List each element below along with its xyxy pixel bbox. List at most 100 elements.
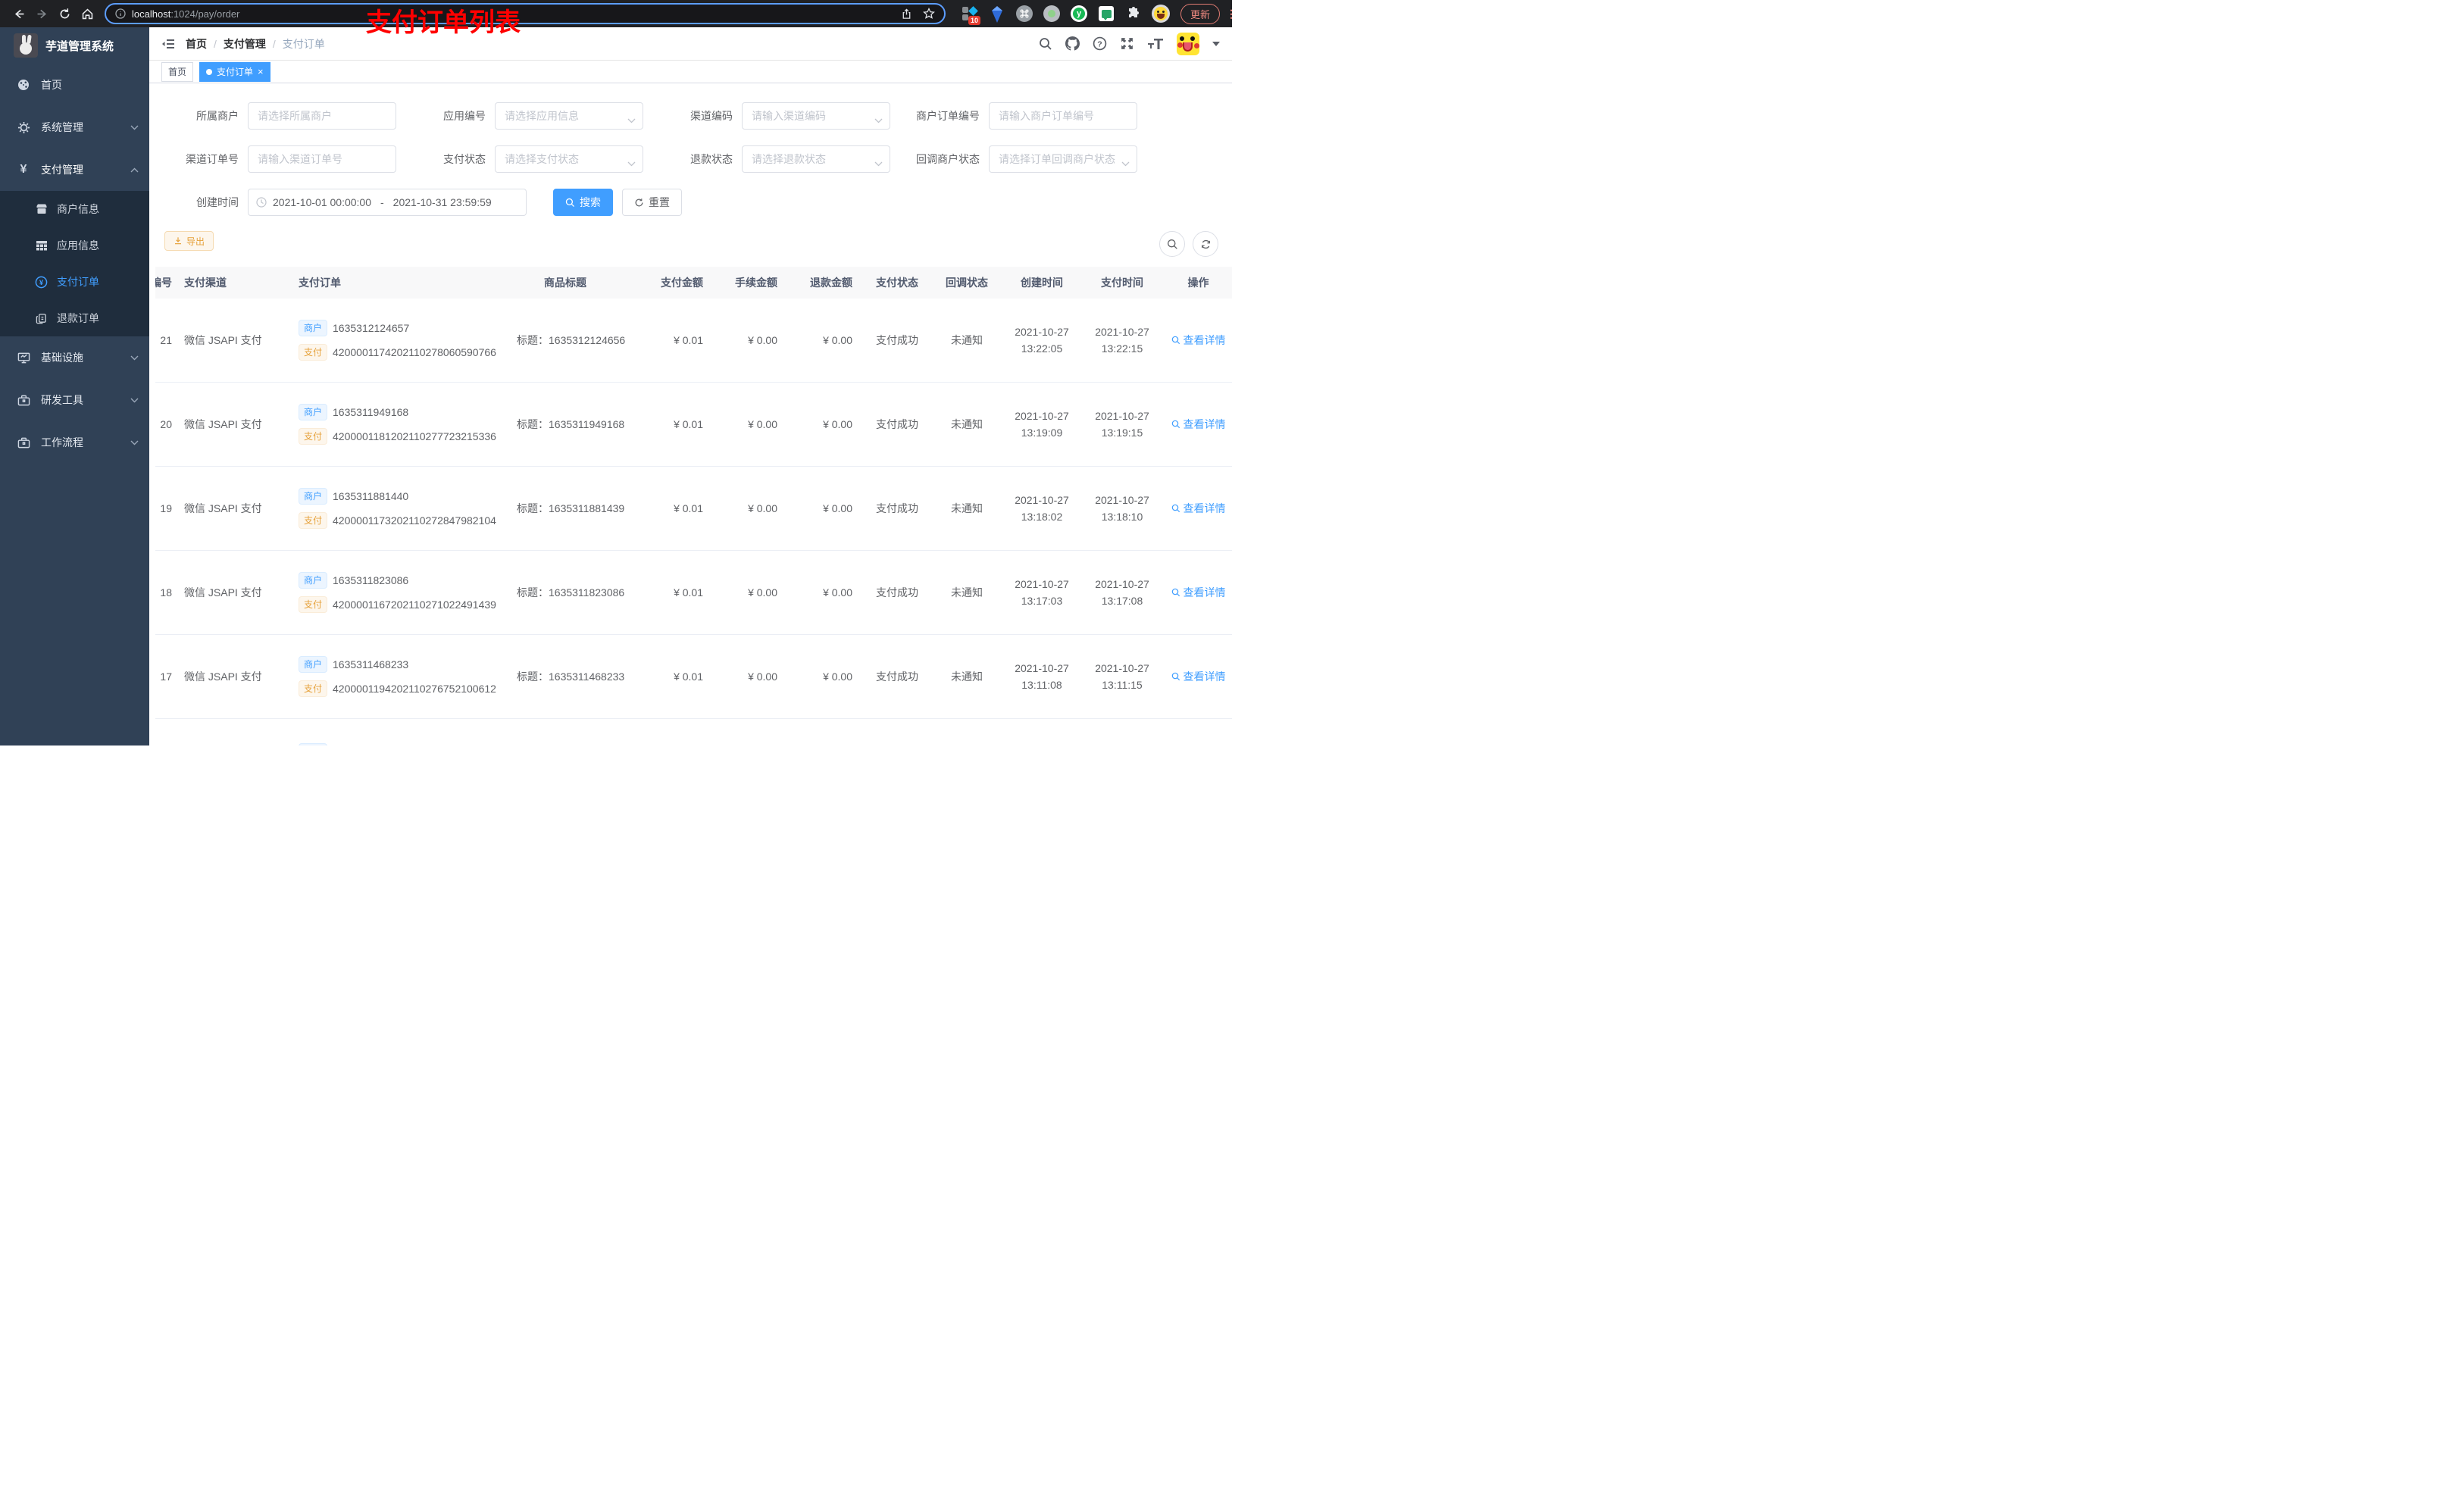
extensions-row: 10 y: [961, 5, 1170, 25]
browser-toolbar: localhost:1024/pay/order 10 y 更新 ⋮: [0, 0, 1232, 27]
sidebar-item-refund-order[interactable]: 退款订单: [0, 300, 149, 336]
document-copy-icon: [35, 313, 48, 324]
table-tools: [1159, 231, 1218, 257]
extensions-puzzle-icon[interactable]: [1124, 5, 1143, 23]
site-info-icon[interactable]: [115, 8, 126, 19]
merchant-input[interactable]: [248, 102, 396, 130]
search-icon[interactable]: [1039, 37, 1052, 51]
search-toggle-icon[interactable]: [1159, 231, 1185, 257]
date-range-picker[interactable]: 2021-10-01 00:00:00 - 2021-10-31 23:59:5…: [248, 189, 527, 216]
merchant-order-no-input[interactable]: [989, 102, 1137, 130]
table-row: 18 微信 JSAPI 支付 商户 1635311823086 支付 4200001…: [155, 551, 1232, 635]
font-size-icon[interactable]: [1147, 37, 1164, 51]
sidebar-item-merchant-info[interactable]: 商户信息: [0, 191, 149, 227]
merchant-tag: 商户: [299, 488, 328, 505]
bookmark-star-icon[interactable]: [923, 8, 935, 20]
github-icon[interactable]: [1065, 36, 1080, 51]
merchant-tag: 商户: [299, 572, 328, 589]
refresh-icon[interactable]: [1193, 231, 1218, 257]
view-detail-link[interactable]: 查看详情: [1171, 417, 1226, 432]
tag-pay-order[interactable]: 支付订单 ×: [199, 61, 270, 82]
sidebar-collapse-icon[interactable]: [161, 37, 175, 51]
extension-dot-icon[interactable]: [1043, 5, 1061, 23]
pay-status-select[interactable]: [495, 145, 643, 173]
extension-command-icon[interactable]: [1015, 5, 1033, 23]
share-icon[interactable]: [901, 8, 912, 20]
svg-text:¥: ¥: [39, 278, 44, 286]
table-row: 21 微信 JSAPI 支付 商户 1635312124657 支付 4200001…: [155, 299, 1232, 383]
table-header-row: 编号 支付渠道 支付订单 商品标题 支付金额 手续金额 退款金额 支付状态 回调…: [155, 267, 1232, 299]
view-detail-link[interactable]: 查看详情: [1171, 585, 1226, 600]
chevron-down-icon: [130, 398, 139, 403]
browser-update-button[interactable]: 更新: [1180, 3, 1221, 24]
breadcrumb-payment[interactable]: 支付管理: [224, 36, 266, 52]
sidebar-item-pay-order[interactable]: ¥ 支付订单: [0, 264, 149, 300]
gear-icon: [17, 121, 30, 134]
view-detail-link[interactable]: 查看详情: [1171, 669, 1226, 684]
sidebar-item-system[interactable]: 系统管理: [0, 106, 149, 148]
sidebar-item-home[interactable]: 首页: [0, 64, 149, 106]
chevron-up-icon: [130, 167, 139, 173]
view-detail-link[interactable]: 查看详情: [1171, 333, 1226, 348]
avatar-caret-icon[interactable]: [1212, 39, 1220, 48]
sidebar-item-app-info[interactable]: 应用信息: [0, 227, 149, 264]
callback-status-select[interactable]: [989, 145, 1137, 173]
date-start: 2021-10-01 00:00:00: [273, 196, 371, 208]
app-header: 首页 / 支付管理 / 支付订单 ?: [149, 27, 1232, 61]
sidebar: 芋道管理系统 首页 系统管理 ¥ 支付管理 商户信息 应用信息 ¥ 支付订单 退…: [0, 27, 149, 746]
sidebar-item-workflow[interactable]: 工作流程: [0, 421, 149, 464]
main-content: 所属商户 应用编号 渠道编码 商户订单编号: [149, 83, 1232, 746]
merchant-tag: 商户: [299, 320, 328, 336]
tag-home[interactable]: 首页: [161, 61, 194, 82]
merchant-tag: 商户: [299, 404, 328, 420]
filter-merchant: 所属商户: [158, 102, 405, 130]
sidebar-item-payment[interactable]: ¥ 支付管理: [0, 148, 149, 191]
table-row: 20 微信 JSAPI 支付 商户 1635311949168 支付 4200001…: [155, 383, 1232, 467]
browser-reload-button[interactable]: [53, 2, 76, 25]
address-bar[interactable]: localhost:1024/pay/order: [105, 3, 946, 24]
app-select[interactable]: [495, 102, 643, 130]
channel-order-no-input[interactable]: [248, 145, 396, 173]
view-detail-link[interactable]: 查看详情: [1171, 501, 1226, 516]
fullscreen-icon[interactable]: [1120, 36, 1134, 51]
export-button[interactable]: 导出: [164, 231, 214, 251]
profile-avatar-icon[interactable]: [1152, 5, 1170, 23]
close-icon[interactable]: ×: [258, 66, 264, 77]
help-icon[interactable]: ?: [1093, 36, 1107, 51]
extension-kite-icon[interactable]: [988, 5, 1006, 23]
browser-forward-button[interactable]: [30, 2, 53, 25]
refund-status-select[interactable]: [742, 145, 890, 173]
dashboard-icon: [17, 79, 30, 91]
browser-home-button[interactable]: [76, 2, 98, 25]
extension-badge-icon[interactable]: 10: [961, 5, 980, 25]
breadcrumb-home[interactable]: 首页: [186, 36, 207, 52]
browser-back-button[interactable]: [8, 2, 30, 25]
status-badge: 支付成功: [876, 670, 918, 683]
reset-button[interactable]: 重置: [622, 189, 682, 216]
user-avatar[interactable]: [1177, 32, 1199, 55]
channel-code-select[interactable]: [742, 102, 890, 130]
filter-channel-order-no: 渠道订单号: [158, 145, 405, 173]
chevron-down-icon: [130, 125, 139, 130]
monitor-icon: [17, 352, 30, 364]
status-badge: 支付成功: [876, 418, 918, 430]
sidebar-item-dev-tools[interactable]: 研发工具: [0, 379, 149, 421]
chevron-down-icon: [130, 355, 139, 361]
browser-menu-icon[interactable]: ⋮: [1226, 8, 1232, 20]
tags-bar: 首页 支付订单 ×: [149, 61, 1232, 83]
table-toolbar: 导出: [149, 231, 1232, 257]
pay-tag: 支付: [299, 596, 328, 613]
merchant-tag: 商户: [299, 743, 328, 746]
pay-tag: 支付: [299, 344, 328, 361]
extension-chat-icon[interactable]: [1097, 5, 1115, 23]
svg-text:?: ?: [1097, 39, 1102, 48]
search-button[interactable]: 搜索: [553, 189, 613, 216]
app-logo-row[interactable]: 芋道管理系统: [0, 27, 149, 64]
toolbox-icon: [17, 436, 30, 449]
app-title: 芋道管理系统: [45, 39, 114, 53]
extension-y-icon[interactable]: y: [1070, 5, 1088, 23]
payment-submenu: 商户信息 应用信息 ¥ 支付订单 退款订单: [0, 191, 149, 336]
header-actions: ?: [1039, 32, 1220, 55]
sidebar-item-infra[interactable]: 基础设施: [0, 336, 149, 379]
filter-create-time: 创建时间 2021-10-01 00:00:00 - 2021-10-31 23…: [158, 189, 527, 216]
